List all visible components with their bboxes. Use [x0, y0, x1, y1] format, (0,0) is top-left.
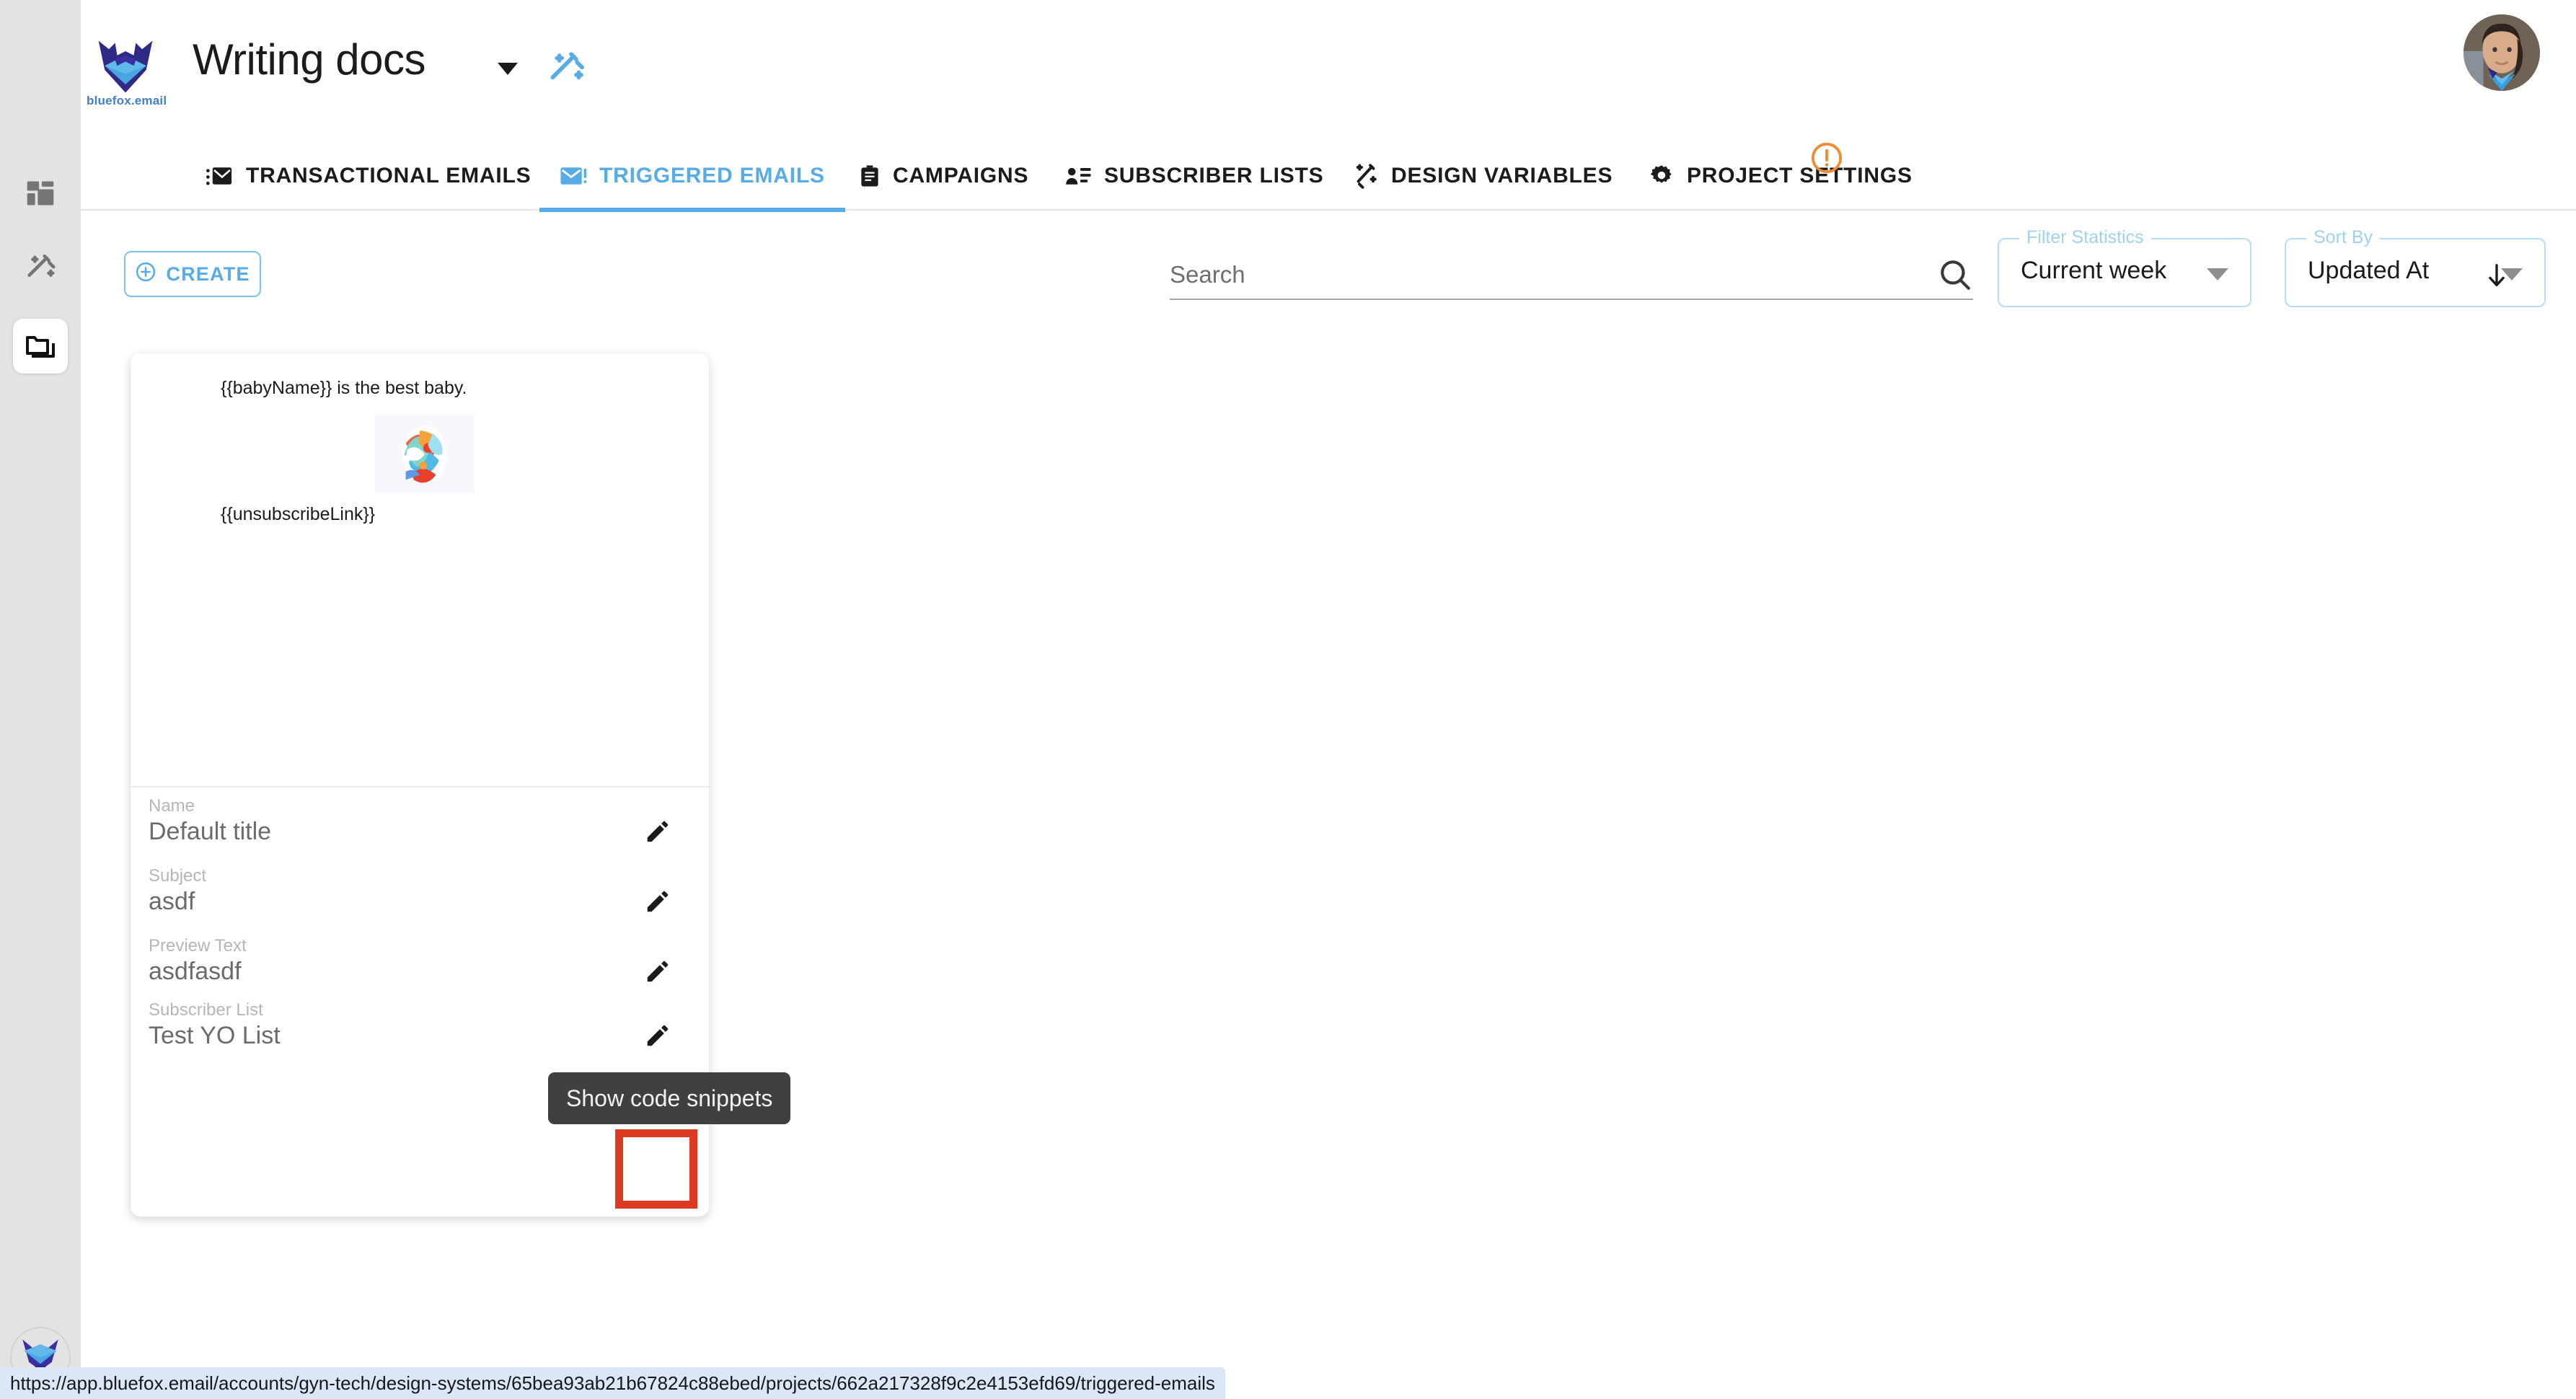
field-value: asdfasdf — [149, 958, 242, 985]
chevron-down-icon — [2207, 268, 2228, 281]
campaign-icon — [859, 164, 881, 187]
chevron-down-icon[interactable] — [498, 63, 518, 75]
gear-icon — [1649, 163, 1675, 189]
pencil-icon[interactable] — [644, 958, 671, 989]
field-name: Name Default title — [131, 787, 709, 857]
sort-by-legend: Sort By — [2306, 227, 2380, 248]
tab-bar: TRANSACTIONAL EMAILS TRIGGERED EMAILS CA… — [81, 141, 2576, 212]
field-label: Name — [149, 796, 195, 816]
field-value: Test YO List — [149, 1022, 281, 1049]
transactional-email-icon — [206, 165, 234, 187]
tab-label: CAMPAIGNS — [893, 164, 1029, 187]
sort-by-select[interactable]: Sort By Updated At — [2285, 227, 2546, 307]
brand-caption: bluefox.email — [87, 94, 167, 107]
sidebar-item-dashboard[interactable] — [13, 166, 68, 221]
field-subject: Subject asdf — [131, 857, 709, 927]
filter-statistics-value: Current week — [2021, 257, 2167, 284]
search-field — [1170, 254, 1973, 300]
tab-label: DESIGN VARIABLES — [1391, 164, 1613, 187]
magic-wand-icon[interactable] — [546, 50, 586, 91]
plus-circle-icon — [135, 261, 156, 288]
field-subscriber-list: Subscriber List Test YO List — [131, 997, 709, 1062]
card-fields: Name Default title Subject asdf Preview … — [131, 787, 709, 1062]
tab-transactional-emails[interactable]: TRANSACTIONAL EMAILS — [203, 141, 534, 211]
create-button-label: CREATE — [166, 262, 250, 285]
preview-top-text: {{babyName}} is the best baby. — [221, 378, 467, 398]
search-icon[interactable] — [1937, 257, 1973, 296]
tab-label: TRANSACTIONAL EMAILS — [246, 164, 531, 187]
tab-design-variables[interactable]: DESIGN VARIABLES — [1350, 141, 1615, 211]
tooltip: Show code snippets — [548, 1072, 791, 1124]
chevron-down-icon — [2501, 268, 2523, 281]
tab-campaigns[interactable]: CAMPAIGNS — [856, 141, 1031, 211]
filter-statistics-legend: Filter Statistics — [2019, 227, 2151, 248]
pencil-icon[interactable] — [644, 1022, 671, 1053]
design-variables-icon — [1353, 163, 1379, 189]
filter-statistics-select[interactable]: Filter Statistics Current week — [1998, 227, 2251, 307]
triggered-email-icon — [560, 165, 587, 187]
field-label: Preview Text — [149, 936, 247, 956]
field-preview-text: Preview Text asdfasdf — [131, 927, 709, 997]
field-value: asdf — [149, 888, 195, 915]
folders-icon — [23, 329, 58, 363]
tab-project-settings[interactable]: PROJECT SETTINGS — [1646, 141, 1915, 211]
preview-bottom-text: {{unsubscribeLink}} — [221, 504, 376, 524]
create-button[interactable]: CREATE — [124, 251, 261, 297]
subscriber-list-icon — [1064, 165, 1092, 187]
field-label: Subscriber List — [149, 1000, 263, 1020]
field-label: Subject — [149, 866, 207, 886]
sort-by-value: Updated At — [2308, 257, 2430, 284]
email-preview[interactable]: {{babyName}} is the best baby. {{unsubsc… — [131, 353, 709, 787]
magic-wand-icon — [24, 253, 57, 286]
tab-label: TRIGGERED EMAILS — [599, 164, 825, 187]
colorful-swirl-image — [375, 415, 475, 494]
tab-subscriber-lists[interactable]: SUBSCRIBER LISTS — [1062, 141, 1327, 211]
page-title: Writing docs — [193, 35, 426, 84]
grid-icon — [25, 177, 56, 209]
search-input[interactable] — [1170, 254, 1920, 296]
app-root: bluefox.email Writing docs TRANSACTIONAL… — [0, 0, 2576, 1399]
left-rail — [0, 0, 81, 1399]
header: bluefox.email Writing docs — [81, 0, 2576, 141]
sidebar-item-design-systems[interactable] — [13, 242, 68, 297]
status-bar-url: https://app.bluefox.email/accounts/gyn-t… — [0, 1367, 1225, 1399]
pencil-icon[interactable] — [644, 818, 671, 849]
tab-triggered-emails[interactable]: TRIGGERED EMAILS — [539, 141, 845, 212]
tab-label: PROJECT SETTINGS — [1687, 164, 1913, 187]
field-value: Default title — [149, 818, 272, 845]
tab-label: SUBSCRIBER LISTS — [1104, 164, 1324, 187]
sidebar-item-projects[interactable] — [13, 319, 68, 374]
avatar[interactable] — [2463, 14, 2540, 91]
warning-exclamation-icon[interactable] — [1810, 141, 1843, 175]
pencil-icon[interactable] — [644, 888, 671, 919]
